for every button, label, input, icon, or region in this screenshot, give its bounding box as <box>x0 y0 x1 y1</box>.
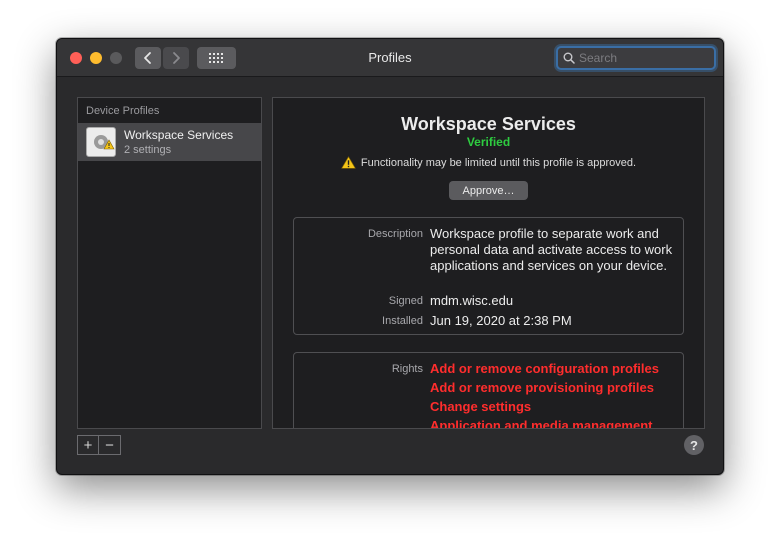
warning-icon <box>341 156 356 169</box>
rights-item: Add or remove configuration profiles <box>430 361 659 376</box>
rights-item: Change settings <box>430 399 532 414</box>
help-button[interactable]: ? <box>684 435 704 455</box>
search-input[interactable] <box>579 51 704 65</box>
profile-detail-pane: Workspace Services Verified Functionalit… <box>272 97 705 429</box>
sidebar-header: Device Profiles <box>86 105 160 117</box>
rights-label: Rights <box>391 363 423 375</box>
profiles-window: Profiles Device Profiles Workspace Servi… <box>56 38 724 475</box>
add-remove-controls: + − <box>77 435 121 455</box>
description-label: Description <box>367 228 423 240</box>
profile-icon <box>86 127 116 157</box>
profile-title: Workspace Services <box>401 114 576 134</box>
rights-item: Application and media management <box>430 418 653 429</box>
description-value: Workspace profile to separate work and p… <box>430 226 673 273</box>
profile-rights-box: Rights Add or remove configuration profi… <box>293 352 684 429</box>
approve-button[interactable]: Approve… <box>449 181 528 200</box>
remove-profile-button[interactable]: − <box>99 435 121 455</box>
profiles-sidebar: Device Profiles Workspace Services 2 set… <box>77 97 262 429</box>
warning-text: Functionality may be limited until this … <box>360 156 637 169</box>
signed-value: mdm.wisc.edu <box>430 293 514 308</box>
approval-warning: Functionality may be limited until this … <box>273 156 704 169</box>
sidebar-item-workspace-services[interactable]: Workspace Services 2 settings <box>78 123 261 161</box>
profile-settings-count: 2 settings <box>124 144 172 156</box>
title-bar: Profiles <box>57 39 723 77</box>
signed-label: Signed <box>388 295 423 307</box>
profile-name: Workspace Services <box>124 128 234 142</box>
profile-info-box: Description Workspace profile to separat… <box>293 217 684 335</box>
search-icon <box>563 52 575 64</box>
rights-item: Add or remove provisioning profiles <box>430 380 654 395</box>
installed-label: Installed <box>382 315 423 327</box>
installed-value: Jun 19, 2020 at 2:38 PM <box>430 313 572 328</box>
add-profile-button[interactable]: + <box>77 435 99 455</box>
verified-status: Verified <box>466 135 511 149</box>
search-field[interactable] <box>556 46 716 70</box>
